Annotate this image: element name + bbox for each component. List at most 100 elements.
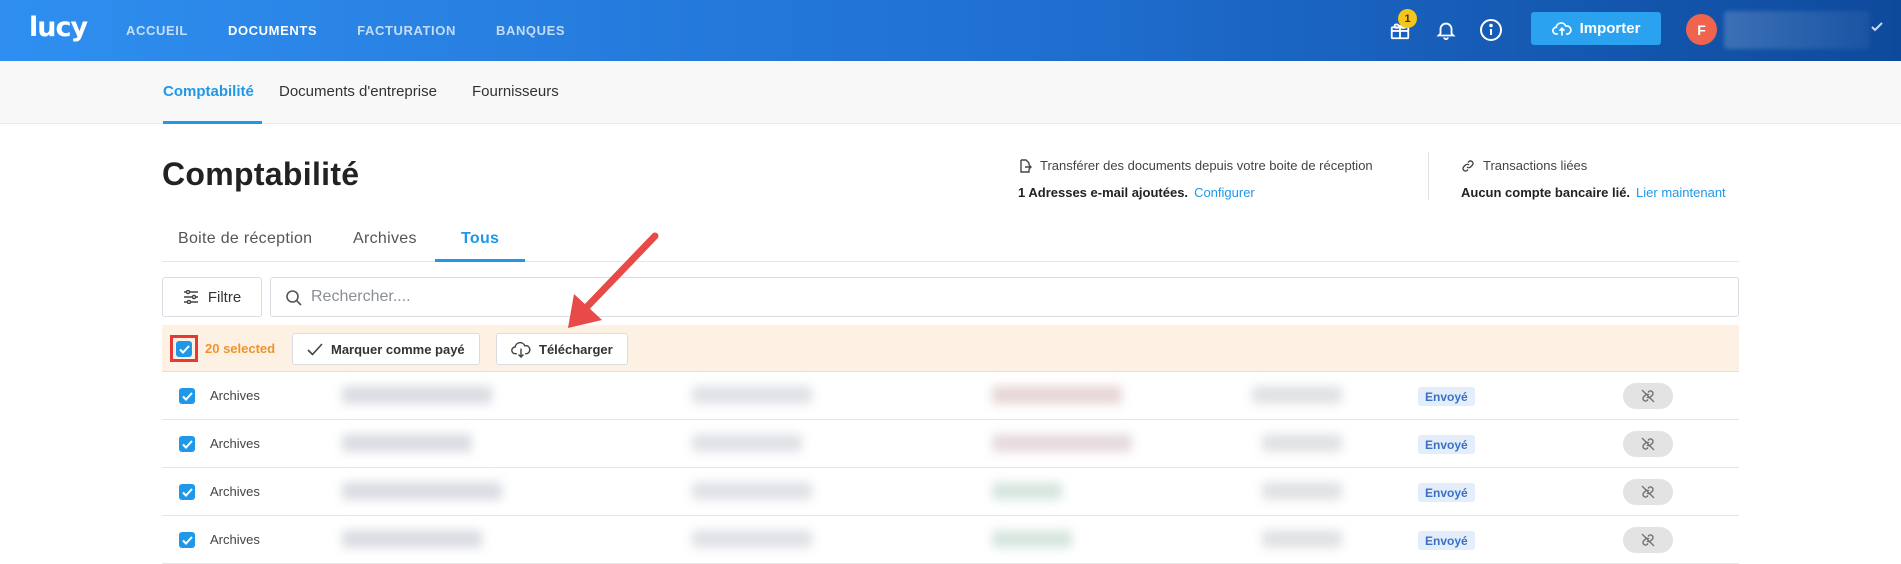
check-icon [178,344,190,354]
bank-info: Transactions liées Aucun compte bancaire… [1461,158,1726,200]
select-all-highlight [170,335,198,362]
subtab-fournisseurs[interactable]: Fournisseurs [472,83,559,100]
mark-as-paid-button[interactable]: Marquer comme payé [292,333,480,365]
download-label: Télécharger [539,341,613,357]
tab-all[interactable]: Tous [461,230,499,248]
unlink-icon [1641,389,1655,403]
link-icon [1462,159,1474,172]
row-type: Archives [210,388,260,403]
unlink-button[interactable] [1623,479,1673,505]
status-badge: Envoyé [1418,483,1475,502]
import-button[interactable]: Importer [1531,12,1661,45]
row-type: Archives [210,484,260,499]
blurred-cell [342,482,502,500]
document-tabs: Boite de réception Archives Tous [162,224,1739,262]
row-checkbox[interactable] [179,388,195,404]
bank-info-heading: Transactions liées [1483,158,1588,173]
table-row[interactable]: Archives Envoyé [162,516,1739,564]
page-title: Comptabilité [162,156,360,192]
unlink-button[interactable] [1623,527,1673,553]
blurred-cell [1262,482,1342,500]
unlink-button[interactable] [1623,431,1673,457]
status-badge: Envoyé [1418,387,1475,406]
subtab-documents-entreprise[interactable]: Documents d'entreprise [279,83,437,100]
unlink-icon [1641,533,1655,547]
check-icon [181,535,193,545]
import-label: Importer [1579,20,1641,37]
select-all-checkbox[interactable] [176,341,192,357]
blurred-cell [692,434,802,452]
blurred-cell [692,386,812,404]
bank-info-status: Aucun compte bancaire lié. [1461,185,1631,200]
top-navigation-bar: lucy ACCUEIL DOCUMENTS FACTURATION BANQU… [0,0,1901,61]
blurred-cell [692,530,812,548]
blurred-cell [992,386,1122,404]
nav-facturation[interactable]: FACTURATION [357,23,456,38]
cloud-upload-icon [1551,21,1572,36]
search-box [270,277,1739,317]
unlink-icon [1641,437,1655,451]
bell-icon [1436,22,1456,41]
selected-count: 20 selected [205,341,276,356]
configure-link[interactable]: Configurer [1194,185,1255,200]
filter-button[interactable]: Filtre [162,277,262,317]
mark-as-paid-label: Marquer comme payé [331,341,465,357]
filter-label: Filtre [207,288,242,306]
tab-inbox[interactable]: Boite de réception [178,230,312,248]
avatar[interactable]: F [1686,14,1717,45]
unlink-icon [1641,485,1655,499]
blurred-cell [1262,434,1342,452]
info-icon [1480,19,1502,41]
unlink-button[interactable] [1623,383,1673,409]
sliders-icon [183,290,198,304]
tab-archives[interactable]: Archives [353,230,417,248]
blurred-cell [992,482,1062,500]
row-checkbox[interactable] [179,532,195,548]
tab-active-indicator [435,259,525,262]
search-icon [286,290,302,306]
row-checkbox[interactable] [179,436,195,452]
check-icon [1871,22,1883,32]
subtab-comptabilite[interactable]: Comptabilité [163,83,254,100]
blurred-cell [342,530,482,548]
notifications-button[interactable] [1432,16,1460,44]
row-checkbox[interactable] [179,484,195,500]
nav-accueil[interactable]: ACCUEIL [126,23,188,38]
check-icon [307,342,323,356]
blurred-cell [1262,530,1342,548]
link-now-link[interactable]: Lier maintenant [1636,185,1726,200]
account-name-blurred[interactable] [1724,11,1870,49]
table-row[interactable]: Archives Envoyé [162,420,1739,468]
blurred-cell [692,482,812,500]
download-button[interactable]: Télécharger [496,333,628,365]
main-nav: ACCUEIL DOCUMENTS FACTURATION BANQUES [126,0,565,61]
nav-documents[interactable]: DOCUMENTS [228,23,317,38]
gift-button[interactable]: 1 [1386,9,1417,44]
blurred-cell [992,434,1132,452]
check-icon [181,487,193,497]
check-icon [181,391,193,401]
blurred-cell [1252,386,1342,404]
email-info-heading: Transférer des documents depuis votre bo… [1040,158,1373,173]
row-type: Archives [210,532,260,547]
blurred-cell [992,530,1072,548]
sub-navigation: Comptabilité Documents d'entreprise Four… [0,61,1901,124]
email-forward-info: Transférer des documents depuis votre bo… [1018,158,1373,200]
subtab-active-indicator [163,121,262,124]
cloud-download-icon [511,341,531,358]
selection-bar: 20 selected Marquer comme payé Télécharg… [162,325,1739,372]
info-button[interactable] [1477,16,1505,44]
file-export-icon [1020,158,1032,173]
row-type: Archives [210,436,260,451]
blurred-cell [342,386,492,404]
search-input[interactable] [311,278,1711,316]
status-badge: Envoyé [1418,531,1475,550]
table-row[interactable]: Archives Envoyé [162,468,1739,516]
nav-banques[interactable]: BANQUES [496,23,565,38]
table-row[interactable]: Archives Envoyé [162,372,1739,420]
divider [1428,152,1429,200]
app-logo[interactable]: lucy [29,12,88,43]
gift-badge: 1 [1398,9,1417,28]
email-info-status: 1 Adresses e-mail ajoutées. [1018,185,1189,200]
blurred-cell [342,434,472,452]
